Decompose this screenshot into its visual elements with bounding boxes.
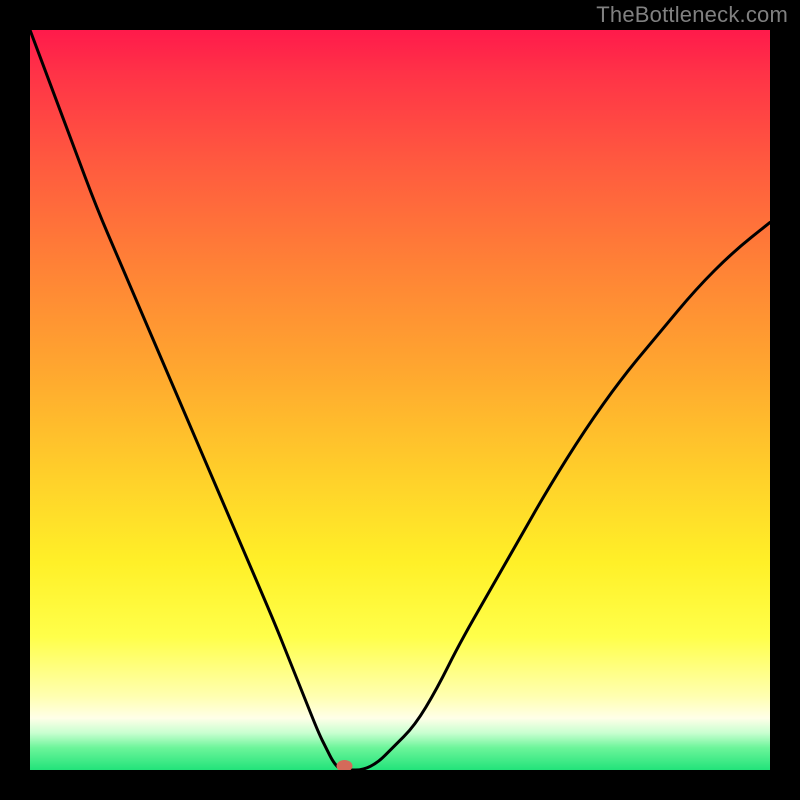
bottleneck-curve <box>30 30 770 770</box>
curve-svg <box>30 30 770 770</box>
marker-dot <box>337 760 353 770</box>
watermark-text: TheBottleneck.com <box>596 2 788 28</box>
chart-frame: TheBottleneck.com <box>0 0 800 800</box>
plot-area <box>30 30 770 770</box>
